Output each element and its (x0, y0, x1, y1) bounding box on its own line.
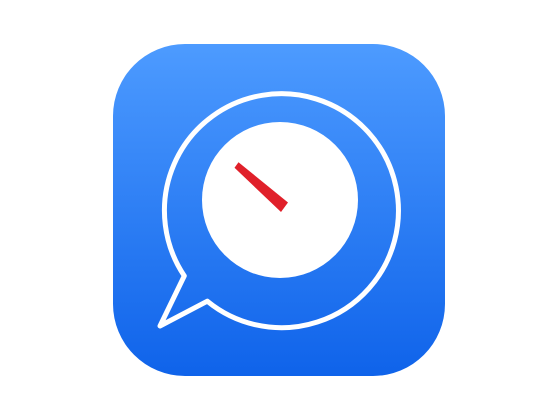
icon-canvas (0, 0, 560, 420)
chat-timer-app-icon[interactable] (0, 0, 560, 420)
